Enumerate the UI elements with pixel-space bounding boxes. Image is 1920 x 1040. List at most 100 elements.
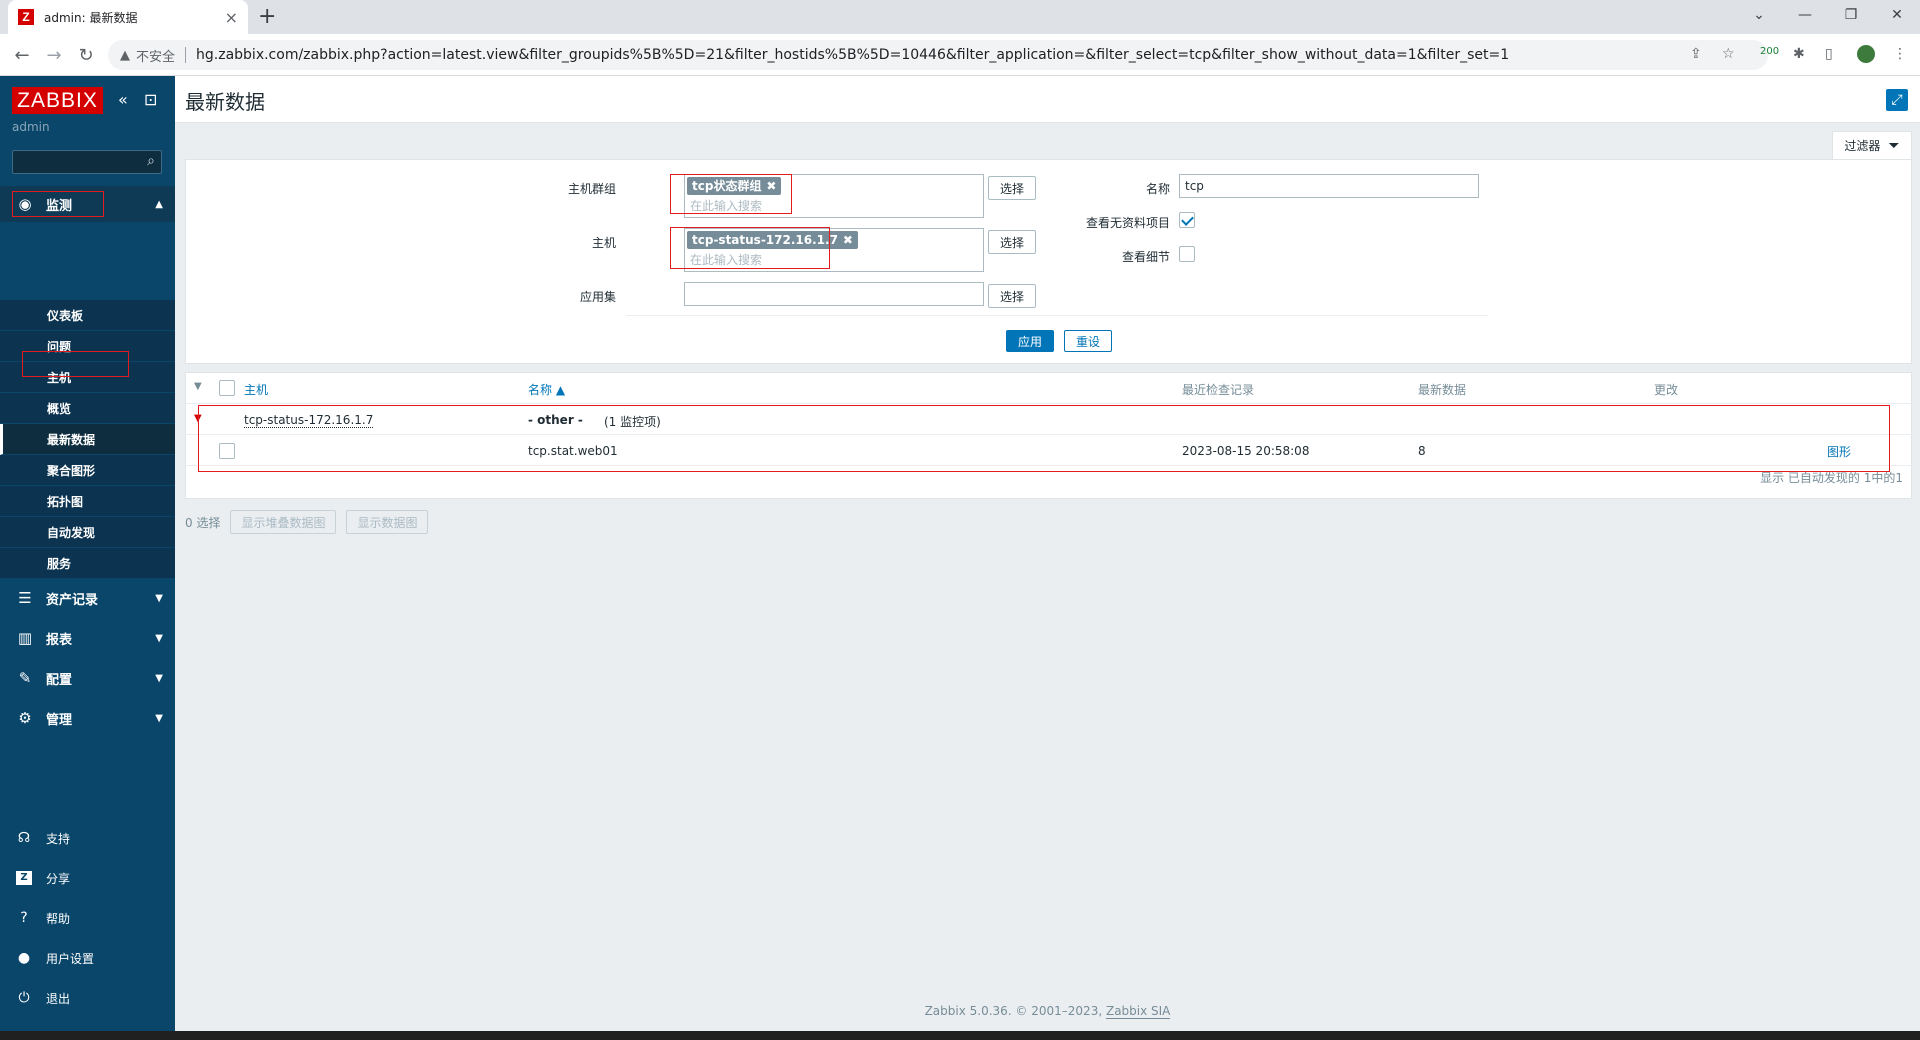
bookmark-star-icon[interactable]: ☆ — [1722, 46, 1735, 62]
menu-reports[interactable]: ▥ 报表 ▼ — [0, 620, 175, 656]
menu-monitoring[interactable]: ◉ 监测 ▲ — [0, 186, 175, 222]
sidebar-item-services[interactable]: 服务 — [0, 548, 175, 579]
sidebar-item-dashboard[interactable]: 仪表板 — [0, 300, 175, 331]
new-tab-icon[interactable]: + — [258, 4, 276, 29]
sidebar-support[interactable]: ☊ 支持 — [0, 823, 175, 853]
sidebar-item-overview[interactable]: 概览 — [0, 393, 175, 424]
sidebar-item-latest-data[interactable]: 最新数据 — [0, 424, 175, 455]
menu-configuration[interactable]: ✎ 配置 ▼ — [0, 660, 175, 696]
page-title: 最新数据 — [185, 90, 265, 114]
host-groups-search-placeholder[interactable]: 在此输入搜索 — [690, 197, 762, 214]
extension-badge[interactable]: 200 — [1760, 46, 1779, 57]
zabbix-logo[interactable]: ZABBIX — [12, 87, 103, 114]
host-group-chip[interactable]: tcp状态群组 ✖ — [687, 177, 782, 195]
host-groups-label: 主机群组 — [567, 182, 616, 196]
footer-link[interactable]: Zabbix SIA — [1105, 1004, 1171, 1019]
sidebar-item-hosts[interactable]: 主机 — [0, 362, 175, 393]
reload-icon[interactable]: ↻ — [74, 43, 98, 67]
show-without-data-checkbox[interactable] — [1179, 212, 1195, 228]
sidebar-help-label: 帮助 — [46, 911, 71, 926]
power-icon: ⏻ — [18, 990, 30, 1006]
search-icon[interactable]: ⌕ — [147, 153, 155, 169]
wrench-icon: ✎ — [18, 669, 32, 687]
sidebar-item-screens[interactable]: 聚合图形 — [0, 455, 175, 486]
name-input[interactable]: tcp — [1179, 174, 1479, 198]
browser-tab-title: admin: 最新数据 — [44, 10, 138, 25]
tab-search-chevron-icon[interactable]: ⌄ — [1736, 0, 1782, 30]
stacked-graph-button[interactable]: 显示堆叠数据图 — [230, 510, 337, 534]
fullscreen-icon[interactable]: ⤢ — [1886, 89, 1908, 111]
url-text[interactable]: hg.zabbix.com/zabbix.php?action=latest.v… — [196, 47, 1509, 63]
host-groups-multiselect[interactable]: tcp状态群组 ✖ 在此输入搜索 — [684, 174, 984, 218]
mass-actions: 0 选择 显示堆叠数据图 显示数据图 — [185, 510, 438, 534]
browser-tab[interactable]: Z admin: 最新数据 × — [8, 0, 248, 34]
filter-tab[interactable]: 过滤器 ⏷ — [1832, 131, 1912, 159]
group-application: - other - — [528, 413, 583, 427]
toggle-group-icon[interactable]: ▼ — [194, 413, 202, 424]
apply-button[interactable]: 应用 — [1006, 330, 1054, 352]
application-input[interactable] — [684, 282, 984, 306]
back-icon[interactable]: ← — [10, 43, 34, 67]
extensions-puzzle-icon[interactable]: ✱ — [1793, 46, 1805, 62]
address-separator — [185, 47, 187, 63]
row-separator — [186, 434, 1913, 435]
browser-tab-strip: Z admin: 最新数据 × + ⌄ — ❐ ✕ — [0, 0, 1920, 34]
item-last-value: 8 — [1418, 444, 1426, 458]
column-last-check: 最近检查记录 — [1182, 383, 1255, 397]
column-host[interactable]: 主机 — [244, 381, 268, 398]
host-chip-label: tcp-status-172.16.1.7 — [692, 233, 838, 247]
name-label: 名称 — [1145, 182, 1170, 196]
sidebar-logout-label: 退出 — [46, 991, 71, 1006]
browser-menu-icon[interactable]: ⋮ — [1893, 46, 1907, 62]
remove-chip-icon[interactable]: ✖ — [766, 177, 776, 195]
chevron-up-icon: ▲ — [155, 198, 163, 210]
restore-icon[interactable]: ❐ — [1828, 0, 1874, 30]
host-chip[interactable]: tcp-status-172.16.1.7 ✖ — [687, 231, 858, 249]
menu-administration[interactable]: ⚙ 管理 ▼ — [0, 700, 175, 736]
close-tab-icon[interactable]: × — [225, 8, 238, 27]
chevron-down-icon: ▼ — [155, 672, 163, 684]
sidebar-item-problems[interactable]: 问题 — [0, 331, 175, 362]
menu-inventory[interactable]: ☰ 资产记录 ▼ — [0, 580, 175, 616]
header-separator — [186, 403, 1913, 404]
application-select-button[interactable]: 选择 — [988, 284, 1036, 308]
sidebar-item-maps[interactable]: 拓扑图 — [0, 486, 175, 517]
close-window-icon[interactable]: ✕ — [1874, 0, 1920, 30]
item-name: tcp.stat.web01 — [528, 444, 618, 458]
column-name[interactable]: 名称 ▲ — [528, 381, 565, 398]
row-checkbox[interactable] — [219, 443, 235, 459]
host-groups-select-button[interactable]: 选择 — [988, 176, 1036, 200]
graph-button[interactable]: 显示数据图 — [346, 510, 429, 534]
browser-toolbar: ← → ↻ ▲ 不安全 hg.zabbix.com/zabbix.php?act… — [0, 34, 1920, 76]
sidebar-logout[interactable]: ⏻ 退出 — [0, 983, 175, 1013]
remove-chip-icon[interactable]: ✖ — [843, 231, 853, 249]
collapse-sidebar-icon[interactable]: « — [118, 90, 128, 109]
sidebar-user-settings-label: 用户设置 — [46, 951, 95, 966]
hosts-label: 主机 — [591, 236, 616, 250]
kiosk-mode-icon[interactable]: ⊡ — [144, 90, 157, 109]
address-bar[interactable]: ▲ 不安全 hg.zabbix.com/zabbix.php?action=la… — [108, 40, 1768, 70]
hosts-select-button[interactable]: 选择 — [988, 230, 1036, 254]
sidebar-user-settings[interactable]: ● 用户设置 — [0, 943, 175, 973]
sidebar-search-input[interactable]: ⌕ — [12, 150, 162, 174]
show-details-checkbox[interactable] — [1179, 246, 1195, 262]
sidebar-item-discovery[interactable]: 自动发现 — [0, 517, 175, 548]
paging-summary: 显示 已自动发现的 1中的1 — [1760, 471, 1903, 485]
select-all-checkbox[interactable] — [219, 380, 235, 396]
group-host-link[interactable]: tcp-status-172.16.1.7 — [244, 413, 374, 428]
page-header: 最新数据 ⤢ — [175, 76, 1920, 123]
sidebar-help[interactable]: ? 帮助 — [0, 903, 175, 933]
minimize-icon[interactable]: — — [1782, 0, 1828, 30]
sidebar-share[interactable]: Z 分享 — [0, 863, 175, 893]
share-page-icon[interactable]: ⇪ — [1690, 46, 1702, 62]
reset-button[interactable]: 重设 — [1064, 330, 1112, 352]
hosts-multiselect[interactable]: tcp-status-172.16.1.7 ✖ 在此输入搜索 — [684, 228, 984, 272]
menu-inventory-label: 资产记录 — [46, 592, 99, 608]
hosts-search-placeholder[interactable]: 在此输入搜索 — [690, 251, 762, 268]
funnel-icon: ⏷ — [1888, 137, 1900, 154]
side-panel-icon[interactable]: ▯ — [1825, 46, 1833, 62]
forward-icon[interactable]: → — [42, 43, 66, 67]
graph-link[interactable]: 图形 — [1827, 443, 1851, 460]
collapse-all-icon[interactable]: ▼ — [194, 381, 202, 392]
profile-avatar-icon[interactable] — [1857, 45, 1875, 63]
